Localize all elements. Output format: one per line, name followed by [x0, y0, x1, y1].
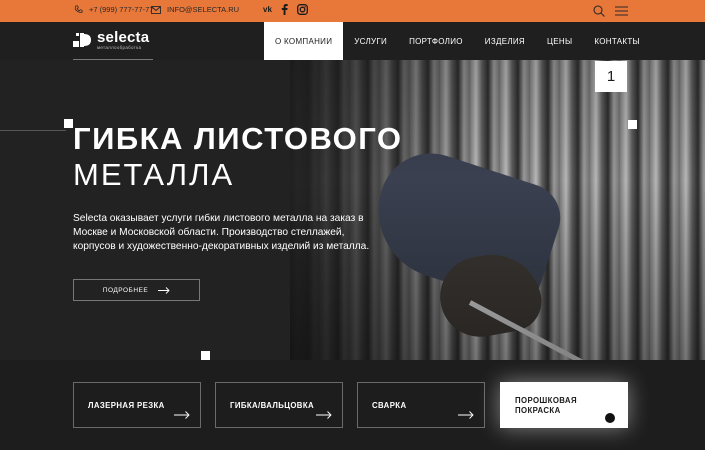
hero-title-secondary: МЕТАЛЛА — [73, 157, 235, 192]
menu-item-about[interactable]: О КОМПАНИИ — [264, 22, 344, 60]
menu-item-contacts[interactable]: КОНТАКТЫ — [583, 22, 651, 60]
email-link[interactable]: INFO@SELECTA.RU — [151, 5, 239, 14]
decor-square — [628, 120, 637, 129]
service-card-welding[interactable]: СВАРКА — [357, 382, 485, 428]
service-card-bending[interactable]: ГИБКА/ВАЛЬЦОВКА — [215, 382, 343, 428]
arrow-right-icon — [316, 411, 332, 419]
decor-square — [201, 351, 210, 360]
services-strip: ЛАЗЕРНАЯ РЕЗКА ГИБКА/ВАЛЬЦОВКА СВАРКА ПО… — [0, 360, 705, 450]
service-card-label: ПОРОШКОВАЯ ПОКРАСКА — [515, 396, 577, 415]
main-header: selecta металлообработка О КОМПАНИИ УСЛУ… — [0, 22, 705, 60]
instagram-icon[interactable] — [296, 4, 308, 15]
hero-title: ГИБКА ЛИСТОВОГО — [73, 121, 403, 156]
main-menu: О КОМПАНИИ УСЛУГИ ПОРТФОЛИО ИЗДЕЛИЯ ЦЕНЫ… — [264, 22, 651, 60]
email-address: INFO@SELECTA.RU — [167, 5, 240, 14]
search-icon[interactable] — [593, 5, 605, 17]
hero-description: Selecta оказывает услуги гибки листового… — [73, 213, 370, 252]
service-card-laser[interactable]: ЛАЗЕРНАЯ РЕЗКА — [73, 382, 201, 428]
menu-item-prices[interactable]: ЦЕНЫ — [536, 22, 583, 60]
mail-icon — [151, 5, 161, 14]
hero-photo-shade — [290, 60, 705, 360]
hero-section: ГИБКА ЛИСТОВОГО МЕТАЛЛА Selecta оказывае… — [0, 60, 705, 360]
logo[interactable]: selecta металлообработка — [73, 29, 150, 50]
slide-counter: 1 — [595, 61, 627, 92]
phone-link[interactable]: +7 (999) 777-77-77 — [74, 5, 153, 14]
service-card-powder-coating[interactable]: ПОРОШКОВАЯ ПОКРАСКА — [500, 382, 628, 428]
service-card-label: ГИБКА/ВАЛЬЦОВКА — [230, 401, 315, 410]
menu-item-products[interactable]: ИЗДЕЛИЯ — [474, 22, 536, 60]
service-card-label: ЛАЗЕРНАЯ РЕЗКА — [88, 401, 165, 410]
logo-mark-icon — [73, 33, 91, 47]
arrow-right-icon — [158, 286, 170, 294]
menu-item-services[interactable]: УСЛУГИ — [343, 22, 398, 60]
logo-wordmark: selecta — [97, 29, 150, 46]
more-button-label: ПОДРОБНЕЕ — [102, 286, 149, 294]
top-bar: +7 (999) 777-77-77 INFO@SELECTA.RU vk — [0, 0, 705, 22]
social-links: vk — [263, 4, 308, 15]
dot-icon — [605, 413, 615, 423]
arrow-right-icon — [458, 411, 474, 419]
more-button[interactable]: ПОДРОБНЕЕ — [73, 279, 200, 301]
decor-square — [64, 119, 73, 128]
service-card-label: СВАРКА — [372, 401, 407, 410]
vk-icon[interactable]: vk — [263, 5, 272, 14]
facebook-icon[interactable] — [281, 4, 288, 15]
menu-icon[interactable] — [615, 6, 628, 16]
arrow-right-icon — [174, 411, 190, 419]
phone-icon — [74, 5, 83, 13]
decor-line — [0, 130, 66, 131]
phone-number: +7 (999) 777-77-77 — [89, 5, 154, 14]
menu-item-portfolio[interactable]: ПОРТФОЛИО — [398, 22, 474, 60]
